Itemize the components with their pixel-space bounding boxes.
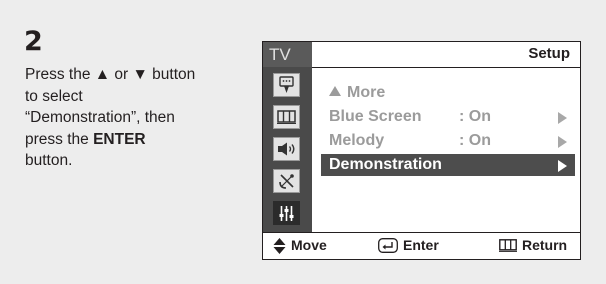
instruction-panel: 2 Press the ▲ or ▼ button to select “Dem…: [0, 0, 606, 284]
menu-item-label: More: [329, 82, 385, 104]
instruction-text-segment: or: [110, 66, 133, 83]
menu-title: Setup: [528, 45, 570, 62]
enter-icon: [378, 238, 398, 253]
enter-keyword: ENTER: [93, 130, 146, 148]
return-icon: [499, 239, 517, 252]
menu-item-value: : On: [459, 132, 491, 149]
instruction-text-segment: button: [147, 66, 196, 83]
enter-label: Enter: [403, 237, 439, 253]
enter-hint: Enter: [378, 233, 439, 258]
move-label: Move: [291, 237, 327, 253]
right-arrow-icon: [558, 160, 567, 172]
menu-item-label: Melody: [329, 132, 385, 149]
return-hint: Return: [499, 233, 567, 258]
tv-osd-menu: TV Setup More Blue Screen : On Melody: …: [262, 41, 581, 260]
return-label: Return: [522, 237, 568, 253]
instruction-text: Press the ▲ or ▼ button to select “Demon…: [25, 64, 255, 172]
instruction-line-1: Press the ▲ or ▼ button: [25, 64, 255, 86]
move-hint: Move: [273, 233, 327, 258]
menu-item-demonstration[interactable]: Demonstration: [321, 154, 575, 176]
picture-icon[interactable]: [273, 105, 300, 129]
instruction-line-4: press the ENTER: [25, 129, 255, 151]
title-divider: [312, 67, 580, 68]
channel-icon[interactable]: [273, 169, 300, 193]
input-icon[interactable]: [273, 73, 300, 97]
instruction-text-segment: Press the: [25, 66, 95, 83]
up-triangle-icon: [329, 86, 341, 96]
instruction-line-5: button.: [25, 152, 73, 170]
instruction-line-2: to select: [25, 87, 83, 105]
menu-item-melody[interactable]: Melody : On: [321, 130, 575, 152]
menu-item-value: : On: [459, 108, 491, 125]
up-down-arrow-icon: [273, 237, 286, 254]
down-arrow-icon: ▼: [132, 66, 148, 83]
step-number: 2: [24, 26, 43, 57]
instruction-line-3: “Demonstration”, then: [25, 109, 175, 127]
setup-icon[interactable]: [273, 201, 300, 225]
right-arrow-icon: [558, 112, 567, 124]
sound-icon[interactable]: [273, 137, 300, 161]
menu-item-label: Blue Screen: [329, 108, 422, 125]
menu-item-label: Demonstration: [329, 156, 442, 173]
osd-sidebar: TV: [263, 42, 312, 233]
osd-bottom-bar: Move Enter Return: [263, 232, 580, 259]
menu-item-blue-screen[interactable]: Blue Screen : On: [321, 106, 575, 128]
menu-item-more[interactable]: More: [321, 82, 575, 104]
menu-item-text: More: [347, 84, 386, 101]
right-arrow-icon: [558, 136, 567, 148]
instruction-text-segment: press the: [25, 130, 94, 148]
up-arrow-icon: ▲: [94, 66, 111, 83]
source-label: TV: [263, 42, 312, 67]
